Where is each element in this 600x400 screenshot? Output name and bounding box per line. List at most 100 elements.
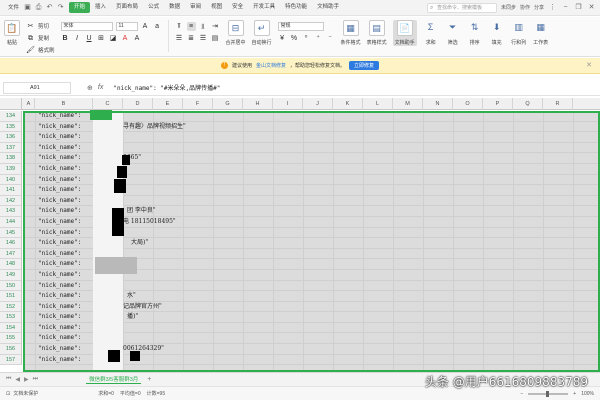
row-col-group[interactable]: ▥ 行和列 bbox=[511, 20, 527, 46]
cell-value[interactable]: "nick_name": bbox=[38, 281, 81, 292]
row-header[interactable]: 154 bbox=[0, 323, 21, 334]
sum-group[interactable]: Σ 求和 bbox=[423, 20, 439, 46]
cell-value[interactable]: "nick_name": bbox=[38, 196, 81, 207]
worksheet-group[interactable]: ▦ 工作表 bbox=[533, 20, 549, 46]
column-header[interactable]: L bbox=[363, 98, 393, 110]
share-button[interactable]: 分享 bbox=[534, 4, 544, 11]
format-painter-icon[interactable]: 🖌 bbox=[26, 46, 35, 55]
cell-value[interactable]: "nick_name": bbox=[38, 228, 81, 239]
cell-value[interactable]: "nick_name": bbox=[38, 153, 81, 164]
number-format-select[interactable]: 常规 bbox=[277, 21, 324, 31]
tab-view[interactable]: 视图 bbox=[206, 2, 227, 13]
copy-button[interactable]: 复制 bbox=[38, 34, 49, 42]
file-menu-button[interactable]: 文件 bbox=[4, 2, 23, 14]
row-header[interactable]: 150 bbox=[0, 281, 21, 292]
column-header[interactable]: O bbox=[453, 98, 483, 110]
column-header[interactable]: A bbox=[23, 98, 35, 110]
formula-input[interactable]: "nick_name": "#米朵朵,品牌传播#" bbox=[113, 83, 220, 92]
italic-button[interactable]: I bbox=[73, 34, 82, 43]
cell-value[interactable]: "nick_name": bbox=[38, 259, 81, 270]
more-icon[interactable]: ⋮ bbox=[548, 3, 557, 12]
first-sheet-icon[interactable]: ⏮ bbox=[6, 376, 11, 383]
cell-value[interactable]: "nick_name": bbox=[38, 312, 81, 323]
cell-value[interactable]: "nick_name": bbox=[38, 132, 81, 143]
column-header[interactable]: F bbox=[183, 98, 213, 110]
tab-review[interactable]: 审阅 bbox=[185, 2, 206, 13]
cell-value[interactable]: "nick_name": bbox=[38, 143, 81, 154]
cell-value[interactable]: "nick_name": bbox=[38, 302, 81, 313]
column-header[interactable]: H bbox=[243, 98, 273, 110]
cell-value[interactable]: "nick_name": bbox=[38, 206, 81, 217]
copy-icon[interactable]: ⧉ bbox=[26, 34, 35, 43]
notice-link[interactable]: 金山文档修复 bbox=[256, 62, 286, 69]
underline-button[interactable]: U bbox=[85, 34, 94, 43]
font-grow-icon[interactable]: A bbox=[141, 22, 150, 31]
align-left-icon[interactable]: ☰ bbox=[175, 34, 184, 43]
row-header[interactable]: 149 bbox=[0, 270, 21, 281]
currency-icon[interactable]: ¥ bbox=[278, 34, 287, 43]
cell-value[interactable]: "nick_name": bbox=[38, 122, 81, 133]
row-header[interactable]: 153 bbox=[0, 312, 21, 323]
sheet-tab[interactable]: 微信群3/5客服群3月 bbox=[86, 375, 142, 384]
cell-value[interactable]: "nick_name": bbox=[38, 111, 81, 122]
align-middle-icon[interactable]: ≡ bbox=[186, 21, 196, 31]
undo-icon[interactable]: ↶ bbox=[45, 3, 54, 12]
row-header[interactable]: 142 bbox=[0, 196, 21, 207]
tab-developer[interactable]: 开发工具 bbox=[248, 2, 280, 13]
bold-button[interactable]: B bbox=[61, 34, 70, 43]
cell-value[interactable]: "nick_name": bbox=[38, 270, 81, 281]
tab-doc-helper[interactable]: 文档助手 bbox=[312, 2, 344, 13]
align-center-icon[interactable]: ≣ bbox=[187, 34, 196, 43]
column-header[interactable]: R bbox=[543, 98, 573, 110]
row-header[interactable]: 151 bbox=[0, 291, 21, 302]
doc-protect-status[interactable]: 文档未保护 bbox=[13, 390, 38, 397]
restore-icon[interactable]: ❐ bbox=[574, 3, 583, 12]
cell-value[interactable]: "nick_name": bbox=[38, 333, 81, 344]
row-header[interactable]: 144 bbox=[0, 217, 21, 228]
zoom-in-icon[interactable]: + bbox=[573, 391, 576, 397]
column-header[interactable]: N bbox=[423, 98, 453, 110]
tab-page-layout[interactable]: 页面布局 bbox=[111, 2, 143, 13]
row-header[interactable]: 136 bbox=[0, 132, 21, 143]
column-header[interactable]: M bbox=[393, 98, 423, 110]
table-style-group[interactable]: ▤ 表格样式 bbox=[367, 20, 387, 46]
row-header[interactable]: 152 bbox=[0, 302, 21, 313]
column-header[interactable]: K bbox=[333, 98, 363, 110]
filter-group[interactable]: ⏷ 筛选 bbox=[445, 20, 461, 46]
row-header[interactable]: 145 bbox=[0, 228, 21, 239]
align-bottom-icon[interactable]: ⫫ bbox=[199, 22, 208, 31]
row-header[interactable]: 138 bbox=[0, 153, 21, 164]
fill-group[interactable]: ⬇ 填充 bbox=[489, 20, 505, 46]
close-icon[interactable]: ✕ bbox=[586, 61, 592, 69]
tab-security[interactable]: 安全 bbox=[227, 2, 248, 13]
sort-group[interactable]: ⇅ 排序 bbox=[467, 20, 483, 46]
cut-icon[interactable]: ✂ bbox=[26, 22, 35, 31]
paste-group[interactable]: 📋 粘贴 bbox=[4, 20, 20, 46]
zoom-thumb[interactable] bbox=[546, 390, 550, 397]
justify-icon[interactable]: ▤ bbox=[211, 34, 220, 43]
align-top-icon[interactable]: ⫪ bbox=[175, 22, 184, 31]
cell-value[interactable]: "nick_name": bbox=[38, 217, 81, 228]
zoom-icon[interactable]: ⊕ bbox=[87, 84, 93, 92]
decimal-decrease-icon[interactable]: ⁻ bbox=[326, 34, 335, 43]
command-search-input[interactable]: ⌕ 查找命令、搜索模板 bbox=[426, 2, 497, 13]
minimize-icon[interactable]: − bbox=[561, 3, 570, 12]
row-header[interactable]: 148 bbox=[0, 259, 21, 270]
row-header[interactable]: 155 bbox=[0, 333, 21, 345]
row-header[interactable]: 146 bbox=[0, 238, 21, 249]
fill-color-icon[interactable]: ◪ bbox=[109, 34, 118, 43]
font-color-button[interactable]: A bbox=[121, 34, 130, 43]
tab-home[interactable]: 开始 bbox=[69, 2, 91, 13]
row-header[interactable]: 134 bbox=[0, 111, 21, 122]
fx-icon[interactable]: fx bbox=[98, 84, 103, 92]
row-header[interactable]: 147 bbox=[0, 249, 21, 260]
save-icon[interactable]: ▣ bbox=[23, 3, 32, 12]
repair-now-button[interactable]: 立即修复 bbox=[349, 61, 380, 70]
close-icon[interactable]: ✕ bbox=[587, 3, 596, 12]
zoom-out-icon[interactable]: − bbox=[520, 391, 523, 397]
zoom-slider[interactable] bbox=[528, 390, 569, 397]
row-header[interactable]: 141 bbox=[0, 185, 21, 196]
name-box[interactable]: A91 bbox=[3, 81, 71, 94]
row-header[interactable]: 137 bbox=[0, 143, 21, 154]
percent-icon[interactable]: % bbox=[290, 34, 299, 43]
